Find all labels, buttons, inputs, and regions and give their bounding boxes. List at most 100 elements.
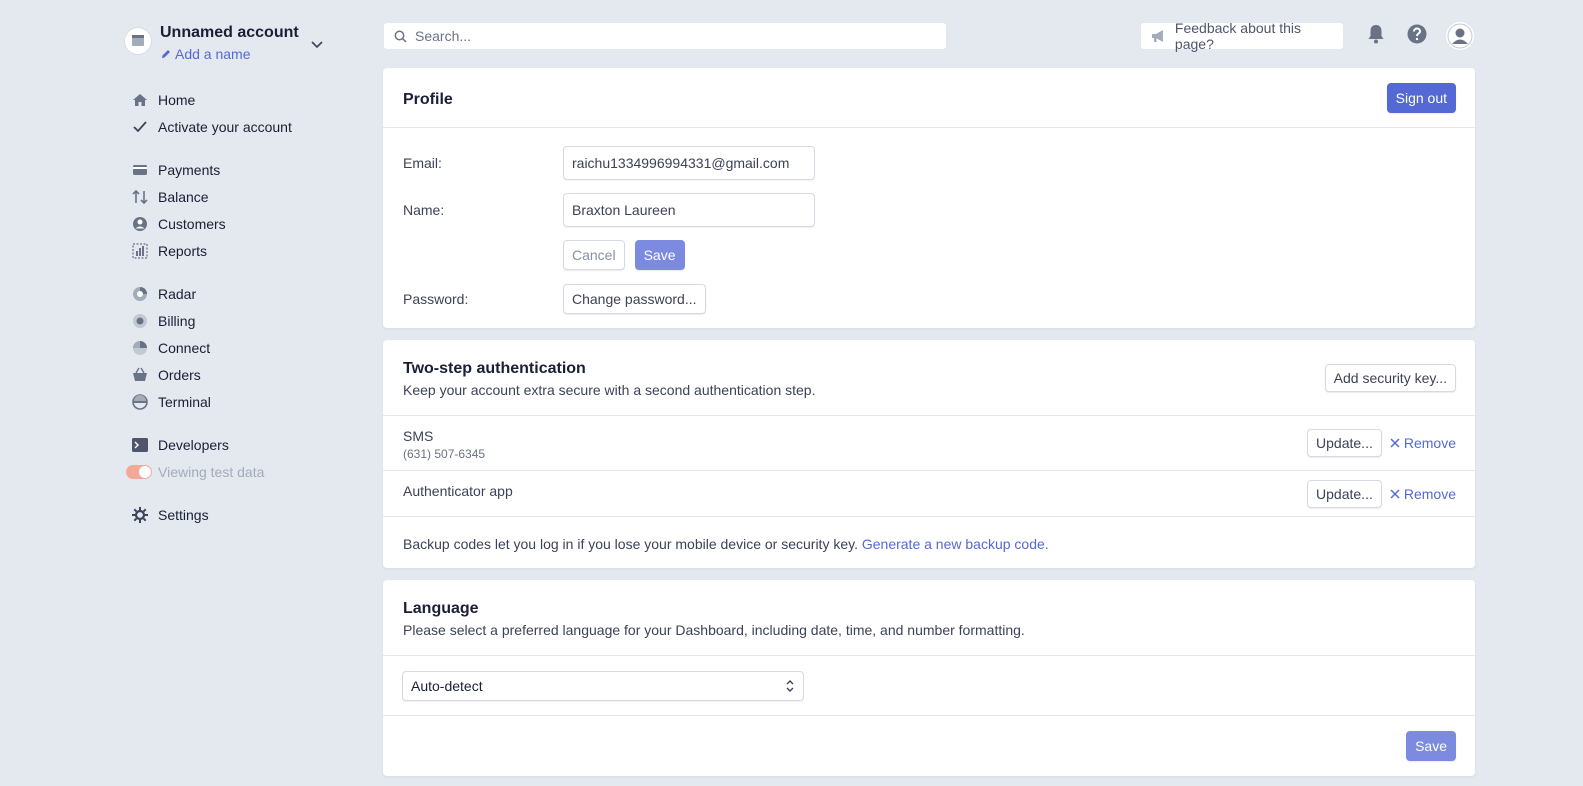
authenticator-title: Authenticator app: [403, 483, 513, 499]
tfa-header: Two-step authentication Keep your accoun…: [383, 340, 1475, 416]
test-data-toggle[interactable]: Viewing test data: [124, 458, 344, 485]
two-step-auth-card: Two-step authentication Keep your accoun…: [383, 340, 1475, 568]
home-icon: [128, 93, 152, 107]
language-title: Language: [403, 600, 479, 617]
search-bar[interactable]: [383, 22, 947, 50]
sign-out-button[interactable]: Sign out: [1386, 83, 1456, 113]
sidebar-item-label: Developers: [158, 436, 229, 453]
email-field[interactable]: [563, 146, 815, 180]
connect-icon: [128, 340, 152, 356]
password-row: Password: Change password...: [403, 284, 706, 314]
pencil-icon: [162, 50, 170, 58]
sidebar-item-label: Balance: [158, 188, 209, 205]
store-icon: [124, 27, 152, 55]
sms-actions: Update... Remove: [1307, 429, 1456, 457]
sidebar-item-developers[interactable]: Developers: [124, 431, 344, 458]
user-icon: [1447, 23, 1473, 49]
cancel-button[interactable]: Cancel: [563, 240, 625, 270]
name-row: Name:: [403, 193, 815, 227]
account-switcher[interactable]: Unnamed account Add a name: [124, 22, 344, 64]
sidebar-item-reports[interactable]: Reports: [124, 237, 344, 264]
remove-label: Remove: [1403, 435, 1456, 451]
sidebar-item-label: Settings: [158, 506, 209, 523]
account-name: Unnamed account: [160, 24, 299, 41]
sidebar-item-customers[interactable]: Customers: [124, 210, 344, 237]
add-name-link[interactable]: Add a name: [160, 44, 299, 64]
sidebar-item-label: Connect: [158, 339, 211, 356]
save-button[interactable]: Save: [634, 240, 685, 270]
payments-icon: [128, 164, 152, 176]
reports-icon: [128, 242, 152, 259]
close-icon: [1390, 438, 1400, 448]
generate-backup-code-link[interactable]: Generate a new backup code.: [862, 536, 1049, 552]
megaphone-icon: [1151, 30, 1163, 42]
nav-group-products: Radar Billing Connect Orders Terminal: [124, 280, 344, 415]
sidebar-item-label: Billing: [158, 312, 196, 329]
authenticator-actions: Update... Remove: [1307, 480, 1456, 508]
sms-phone: (631) 507-6345: [403, 447, 486, 461]
remove-label: Remove: [1403, 486, 1456, 502]
language-subtitle: Please select a preferred language for y…: [403, 622, 1025, 638]
change-password-button[interactable]: Change password...: [563, 284, 706, 314]
radar-icon: [128, 286, 152, 302]
tfa-title: Two-step authentication: [403, 360, 586, 377]
gear-icon: [128, 506, 152, 523]
add-name-label: Add a name: [175, 46, 251, 62]
terminal-icon: [128, 393, 152, 410]
sidebar-item-label: Radar: [158, 285, 197, 302]
help-icon[interactable]: [1405, 22, 1429, 46]
language-select[interactable]: Auto-detect: [402, 671, 804, 701]
orders-icon: [128, 367, 152, 383]
sidebar-item-settings[interactable]: Settings: [124, 501, 344, 528]
sidebar-item-balance[interactable]: Balance: [124, 183, 344, 210]
nav-group-dev: Developers Viewing test data: [124, 431, 344, 485]
select-arrows-icon: [786, 680, 794, 692]
sidebar-item-label: Reports: [158, 242, 208, 259]
sidebar-item-label: Home: [158, 91, 196, 108]
sidebar-item-label: Orders: [158, 366, 201, 383]
name-field[interactable]: [563, 193, 815, 227]
sidebar-item-connect[interactable]: Connect: [124, 334, 344, 361]
profile-card: Profile Sign out Email: Name: Cancel Sav…: [383, 68, 1475, 328]
language-save-button[interactable]: Save: [1406, 731, 1456, 761]
sidebar-item-orders[interactable]: Orders: [124, 361, 344, 388]
email-row: Email:: [403, 146, 815, 180]
language-card: Language Please select a preferred langu…: [383, 580, 1475, 776]
sidebar-item-terminal[interactable]: Terminal: [124, 388, 344, 415]
search-input[interactable]: [415, 28, 915, 44]
check-icon: [128, 120, 152, 133]
authenticator-update-button[interactable]: Update...: [1307, 480, 1382, 508]
sidebar-item-label: Terminal: [158, 393, 211, 410]
user-avatar-button[interactable]: [1446, 22, 1474, 50]
sidebar-item-payments[interactable]: Payments: [124, 156, 344, 183]
billing-icon: [128, 313, 152, 329]
name-label: Name:: [403, 202, 445, 218]
sms-remove-button[interactable]: Remove: [1390, 435, 1456, 451]
sidebar-item-billing[interactable]: Billing: [124, 307, 344, 334]
sidebar-item-home[interactable]: Home: [124, 86, 344, 113]
sms-row: SMS (631) 507-6345 Update... Remove: [383, 416, 1475, 471]
sms-update-button[interactable]: Update...: [1307, 429, 1382, 457]
feedback-button[interactable]: Feedback about this page?: [1140, 20, 1344, 52]
customers-icon: [128, 216, 152, 232]
language-selected: Auto-detect: [411, 678, 483, 694]
search-icon: [394, 30, 407, 43]
profile-header: Profile Sign out: [383, 68, 1475, 128]
add-security-key-button[interactable]: Add security key...: [1324, 364, 1456, 392]
profile-actions: Cancel Save: [563, 240, 685, 270]
language-select-row: Auto-detect: [383, 656, 1475, 716]
chevron-down-icon[interactable]: [311, 36, 323, 52]
toggle-switch[interactable]: [126, 464, 152, 479]
sidebar-nav: Home Activate your account Payments Bala…: [124, 86, 344, 528]
sms-title: SMS: [403, 428, 434, 444]
balance-icon: [128, 189, 152, 205]
sidebar-item-radar[interactable]: Radar: [124, 280, 344, 307]
backup-codes-row: Backup codes let you log in if you lose …: [383, 517, 1475, 571]
authenticator-remove-button[interactable]: Remove: [1390, 486, 1456, 502]
sidebar-item-label: Payments: [158, 161, 221, 178]
bell-icon[interactable]: [1364, 22, 1388, 46]
language-header: Language Please select a preferred langu…: [383, 580, 1475, 656]
backup-text: Backup codes let you log in if you lose …: [403, 536, 858, 552]
close-icon: [1390, 489, 1400, 499]
sidebar-item-activate[interactable]: Activate your account: [124, 113, 344, 140]
